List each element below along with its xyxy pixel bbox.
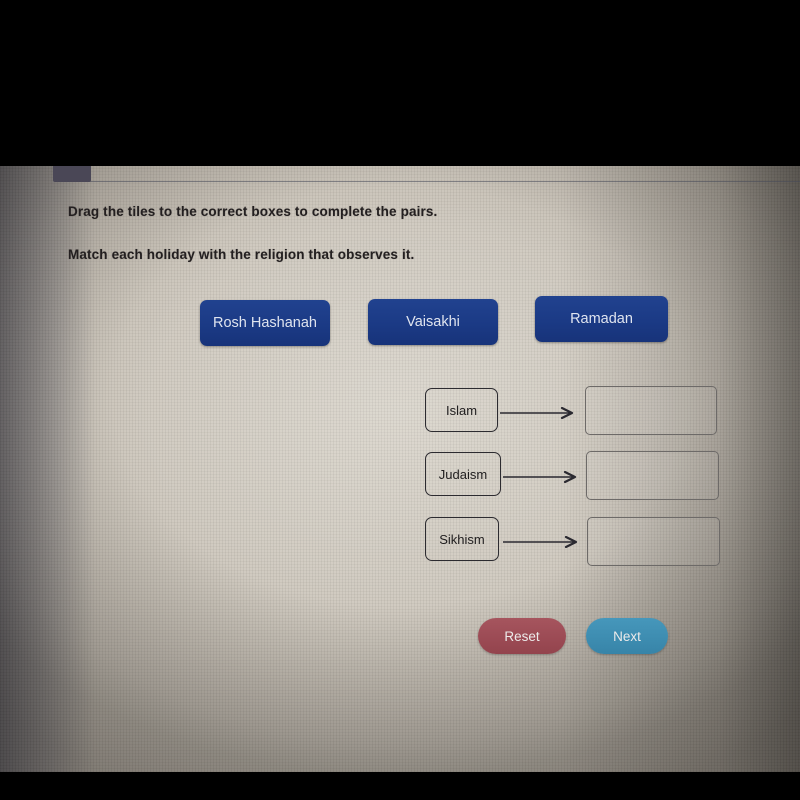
reset-button[interactable]: Reset — [478, 618, 566, 654]
instruction-secondary: Match each holiday with the religion tha… — [68, 247, 415, 262]
dropzone-judaism[interactable] — [586, 451, 719, 500]
arrow-icon — [500, 406, 580, 420]
religion-label-sikhism: Sikhism — [425, 517, 499, 561]
religion-label-judaism: Judaism — [425, 452, 501, 496]
dropzone-sikhism[interactable] — [587, 517, 720, 566]
match-row: Sikhism — [0, 515, 800, 566]
draggable-tile-ramadan[interactable]: Ramadan — [535, 296, 668, 342]
photographed-screen: Drag the tiles to the correct boxes to c… — [0, 166, 800, 772]
religion-label-islam: Islam — [425, 388, 498, 432]
draggable-tile-vaisakhi[interactable]: Vaisakhi — [368, 299, 498, 345]
dropzone-islam[interactable] — [585, 386, 717, 435]
draggable-tile-rosh-hashanah[interactable]: Rosh Hashanah — [200, 300, 330, 346]
match-row: Judaism — [0, 450, 800, 500]
letterbox-bottom — [0, 772, 800, 800]
activity-content: Drag the tiles to the correct boxes to c… — [0, 166, 800, 772]
arrow-icon — [503, 470, 583, 484]
screenshot-root: Drag the tiles to the correct boxes to c… — [0, 0, 800, 800]
match-row: Islam — [0, 386, 800, 436]
next-button[interactable]: Next — [586, 618, 668, 654]
letterbox-top — [0, 0, 800, 166]
arrow-icon — [503, 535, 584, 549]
instruction-primary: Drag the tiles to the correct boxes to c… — [68, 204, 438, 219]
